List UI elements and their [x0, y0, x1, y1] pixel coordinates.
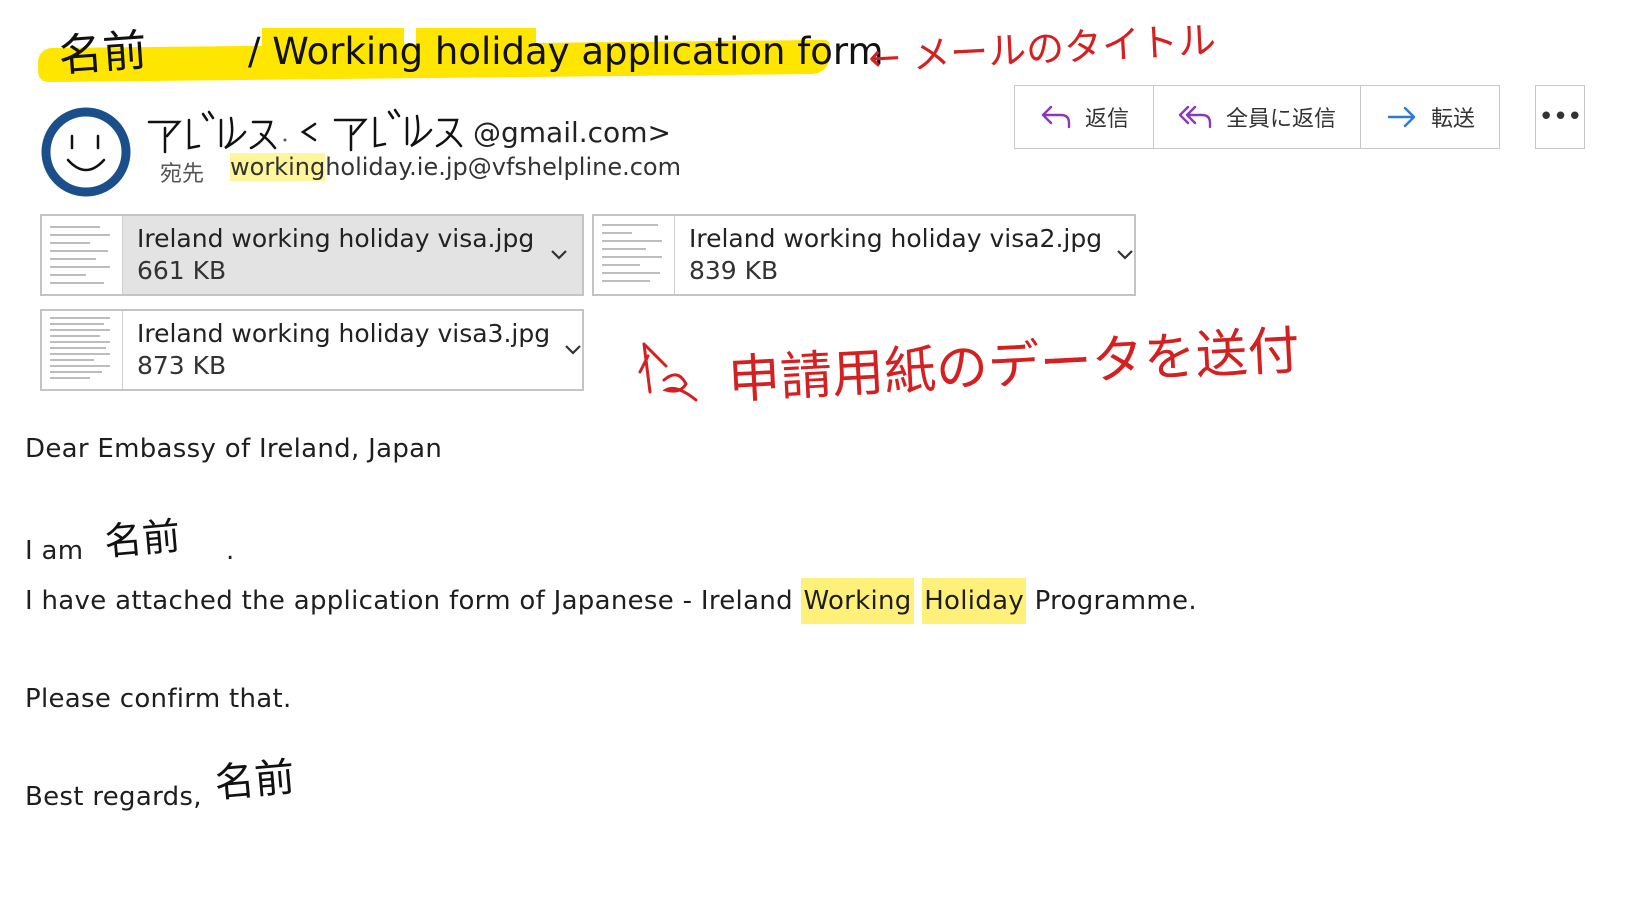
handwritten-name-title: 名前	[57, 25, 148, 82]
annotation-arrow-icon	[638, 342, 698, 402]
reply-icon	[1039, 103, 1073, 131]
body-confirm: Please confirm that.	[25, 684, 292, 714]
attachment-size: 873 KB	[137, 351, 227, 380]
handwritten-signature: 名前	[213, 754, 297, 807]
handwritten-name-body-text: 名前	[102, 514, 182, 564]
attachment-thumbnail	[594, 216, 675, 294]
attached-pre: I have attached the application form of …	[25, 586, 802, 616]
handwritten-name-text: 名前	[57, 25, 148, 82]
sender-email: @gmail.com>	[473, 116, 671, 149]
chevron-down-icon[interactable]	[536, 248, 582, 262]
forward-label: 転送	[1431, 107, 1476, 132]
attachment-card[interactable]: Ireland working holiday visa.jpg 661 KB	[40, 214, 584, 296]
reply-all-label: 全員に返信	[1226, 107, 1337, 132]
reply-all-icon	[1178, 103, 1214, 131]
forward-icon	[1385, 103, 1419, 131]
attachment-card[interactable]: Ireland working holiday visa2.jpg 839 KB	[592, 214, 1136, 296]
attachment-thumbnail	[42, 311, 123, 389]
attachment-name: Ireland working holiday visa2.jpg	[689, 224, 1103, 253]
email-subject: / Working holiday application form	[248, 30, 884, 73]
body-greeting: Dear Embassy of Ireland, Japan	[25, 434, 443, 464]
to-label: 宛先	[160, 162, 205, 187]
handwritten-signature-text: 名前	[213, 754, 297, 807]
chevron-down-icon[interactable]	[1102, 248, 1148, 262]
reply-all-button[interactable]: 全員に返信	[1154, 86, 1362, 148]
recipient-rest: holiday.ie.jp@vfshelpline.com	[325, 153, 681, 181]
body-regards: Best regards,	[25, 782, 202, 812]
attachment-card[interactable]: Ireland working holiday visa3.jpg 873 KB	[40, 309, 584, 391]
body-i-am: I am	[25, 536, 83, 566]
forward-button[interactable]: 転送	[1361, 86, 1499, 148]
attachment-size: 661 KB	[137, 256, 227, 285]
attachment-name: Ireland working holiday visa.jpg	[137, 224, 535, 253]
attachment-name: Ireland working holiday visa3.jpg	[137, 319, 551, 348]
annotation-attachment-note: 申請用紙のデータを送付	[726, 321, 1302, 411]
body-attached: I have attached the application form of …	[25, 578, 1197, 624]
reply-label: 返信	[1085, 107, 1130, 132]
recipient-highlight: working	[230, 153, 326, 181]
chevron-down-icon[interactable]	[550, 343, 596, 357]
avatar	[41, 107, 131, 197]
body-i-am-text: I am	[25, 536, 84, 566]
attached-highlight-working: Working	[801, 578, 914, 624]
attached-post: Programme.	[1026, 586, 1197, 616]
handwritten-sender-address	[147, 108, 463, 154]
more-icon: •••	[1538, 102, 1582, 132]
body-i-am-end: .	[226, 536, 235, 566]
annotation-title-note: ← メールのタイトル	[867, 17, 1218, 81]
attachment-size: 839 KB	[689, 256, 779, 285]
handwritten-name-body: 名前	[102, 514, 182, 564]
recipient-address[interactable]: workingholiday.ie.jp@vfshelpline.com	[230, 153, 681, 181]
message-actions: 返信 全員に返信 転送	[1014, 85, 1501, 149]
more-options-button[interactable]: •••	[1535, 85, 1585, 149]
attachment-thumbnail	[42, 216, 123, 294]
reply-button[interactable]: 返信	[1015, 86, 1155, 148]
attached-highlight-holiday: Holiday	[922, 578, 1027, 624]
